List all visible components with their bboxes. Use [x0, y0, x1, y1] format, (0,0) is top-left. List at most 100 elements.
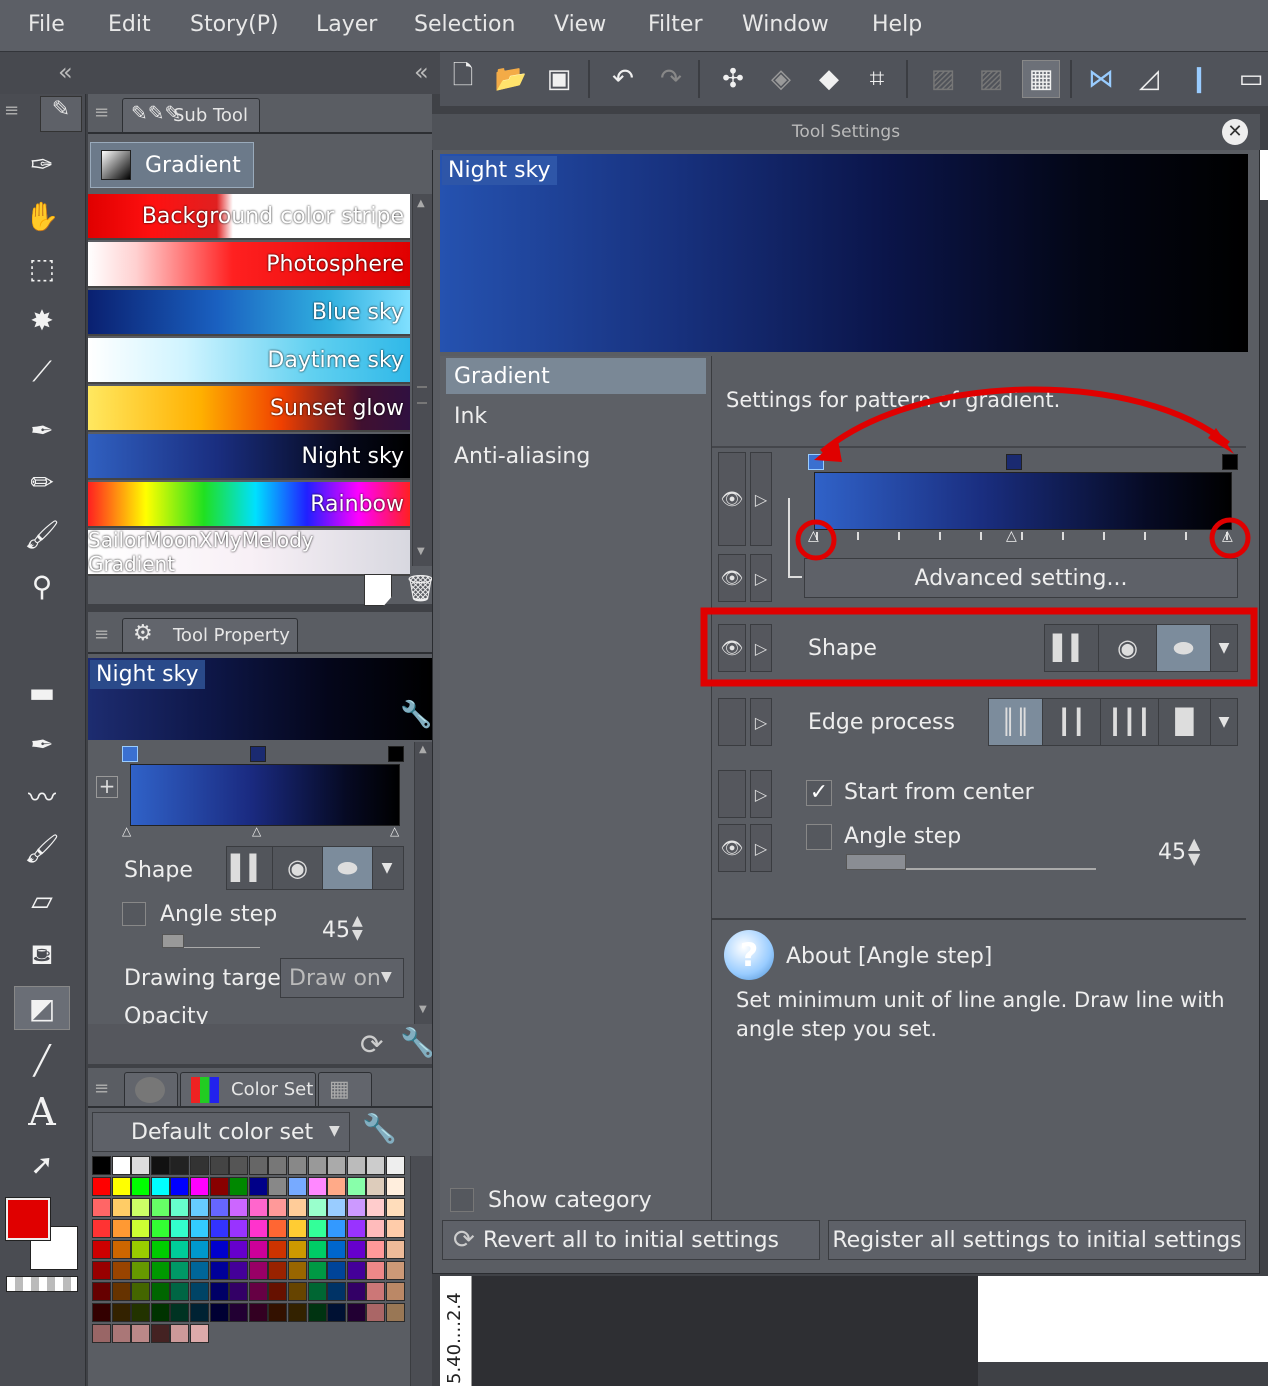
invert-selection-icon[interactable]: ▨ [972, 60, 1010, 98]
menu-file[interactable]: File [28, 12, 65, 37]
transform-disabled-icon[interactable]: ◈ [762, 60, 800, 98]
fill-tool-icon[interactable]: ⛾ [14, 934, 70, 978]
subtool-scrollbar[interactable]: ▲ ▼ [412, 194, 432, 566]
color-swatch[interactable] [268, 1261, 288, 1280]
tab-color-wheel[interactable] [124, 1072, 178, 1106]
color-swatch[interactable] [131, 1198, 151, 1217]
subtool-item[interactable]: Night sky [88, 434, 410, 480]
color-swatch[interactable] [346, 1261, 366, 1280]
color-swatch[interactable] [229, 1156, 249, 1175]
color-swatch[interactable] [92, 1219, 111, 1238]
eraser-tool-icon[interactable]: ▱ [14, 878, 70, 922]
subtool-item[interactable]: Rainbow [88, 482, 410, 528]
color-swatch[interactable] [111, 1156, 131, 1175]
color-swatch[interactable] [229, 1219, 249, 1238]
settings-wrench-icon[interactable]: 🔧 [400, 1026, 435, 1059]
subtool-item[interactable]: Photosphere [88, 242, 410, 288]
color-swatch[interactable] [131, 1177, 151, 1196]
color-swatch[interactable] [170, 1177, 190, 1196]
color-swatch[interactable] [190, 1156, 209, 1175]
ts-edge-selector[interactable]: ║║ ┃┃ ┃┃┃ ▐▌ ▼ [988, 698, 1238, 746]
color-swatch[interactable] [327, 1240, 347, 1259]
color-swatch[interactable] [268, 1198, 288, 1217]
color-swatch[interactable] [92, 1282, 111, 1301]
show-category-checkbox[interactable] [450, 1188, 474, 1212]
ts-angle-slider[interactable] [846, 854, 1096, 870]
color-swatch[interactable] [92, 1198, 111, 1217]
wrench-icon[interactable]: 🔧 [400, 700, 432, 730]
color-swatch[interactable] [307, 1198, 327, 1217]
color-swatch[interactable] [150, 1240, 170, 1259]
color-swatch[interactable] [209, 1177, 229, 1196]
color-swatch[interactable] [268, 1156, 288, 1175]
color-swatch[interactable] [229, 1303, 249, 1322]
shape-ellipse-icon[interactable]: ⬬ [323, 847, 373, 889]
color-swatch[interactable] [92, 1261, 111, 1280]
collapse-right-icon[interactable]: « [414, 58, 429, 86]
color-swatch[interactable] [346, 1219, 366, 1238]
clear-selection-icon[interactable]: ▨ [924, 60, 962, 98]
color-swatch[interactable] [209, 1303, 229, 1322]
color-swatch[interactable] [170, 1240, 190, 1259]
line-tool-icon[interactable]: ╱ [14, 1038, 70, 1082]
color-swatch[interactable] [307, 1156, 327, 1175]
menu-icon[interactable]: ≡ [4, 100, 34, 130]
transparent-color-swatch[interactable] [6, 1276, 78, 1292]
add-stop-icon[interactable]: + [96, 776, 118, 798]
color-swatch[interactable] [111, 1240, 131, 1259]
color-swatch[interactable] [386, 1177, 405, 1196]
show-selection-icon[interactable]: ▦ [1022, 60, 1060, 98]
color-swatch[interactable] [366, 1198, 386, 1217]
color-swatch[interactable] [248, 1219, 268, 1238]
airbrush-tool-icon[interactable]: ⚲ [14, 564, 70, 608]
tab-toolprop[interactable]: ⚙ Tool Property [122, 618, 298, 652]
color-swatch[interactable] [229, 1282, 249, 1301]
subtool-item[interactable]: Daytime sky [88, 338, 410, 384]
subtool-group-gradient[interactable]: Gradient [90, 142, 254, 188]
color-swatch[interactable] [131, 1261, 151, 1280]
color-swatch[interactable] [288, 1219, 307, 1238]
color-swatch[interactable] [288, 1261, 307, 1280]
color-swatch[interactable] [131, 1240, 151, 1259]
auto-select-icon[interactable]: ✸ [14, 298, 70, 342]
menu-filter[interactable]: Filter [648, 12, 702, 37]
color-swatch[interactable] [288, 1282, 307, 1301]
open-folder-icon[interactable]: 📂 [492, 60, 530, 98]
color-swatch[interactable] [268, 1303, 288, 1322]
color-swatch[interactable] [150, 1219, 170, 1238]
paint-tool-icon[interactable]: 🖌 [14, 826, 70, 870]
color-stop[interactable] [388, 746, 404, 762]
color-swatch[interactable] [366, 1219, 386, 1238]
color-swatch[interactable] [190, 1198, 209, 1217]
color-swatch[interactable] [307, 1177, 327, 1196]
colorset-dropdown[interactable]: Default color set ▼ [92, 1112, 350, 1152]
color-swatch[interactable] [111, 1219, 131, 1238]
colorset-grid[interactable] [92, 1156, 408, 1386]
color-swatch[interactable] [170, 1198, 190, 1217]
angle-spinner-icon[interactable]: ▲ ▼ [1188, 836, 1200, 867]
register-button[interactable]: Register all settings to initial setting… [828, 1220, 1246, 1260]
color-swatch[interactable] [150, 1198, 170, 1217]
color-swatch[interactable] [327, 1303, 347, 1322]
color-swatch[interactable] [386, 1219, 405, 1238]
revert-button[interactable]: ⟳ Revert all to initial settings [442, 1220, 820, 1260]
eye-icon[interactable]: 👁 [718, 624, 746, 672]
color-swatch[interactable] [111, 1261, 131, 1280]
tab-subtool[interactable]: ✎✎✎ Sub Tool [122, 98, 260, 132]
chevron-down-icon[interactable]: ▼ [329, 1123, 340, 1139]
color-swatch[interactable] [248, 1303, 268, 1322]
new-file-icon[interactable]: 🗋 [444, 60, 482, 98]
color-swatch[interactable] [288, 1303, 307, 1322]
color-swatch[interactable] [131, 1219, 151, 1238]
edge-fill-icon[interactable]: ▐▌ [1159, 699, 1211, 745]
color-swatch[interactable] [190, 1219, 209, 1238]
color-swatch[interactable] [111, 1282, 131, 1301]
color-swatch[interactable] [346, 1156, 366, 1175]
color-swatch[interactable] [248, 1156, 268, 1175]
color-swatch[interactable] [346, 1198, 366, 1217]
color-swatch[interactable] [248, 1198, 268, 1217]
expand-arrow-icon[interactable]: ▷ [750, 698, 772, 746]
color-swatch[interactable] [307, 1261, 327, 1280]
color-swatch[interactable] [248, 1282, 268, 1301]
toolprop-angle-checkbox[interactable] [122, 902, 146, 926]
